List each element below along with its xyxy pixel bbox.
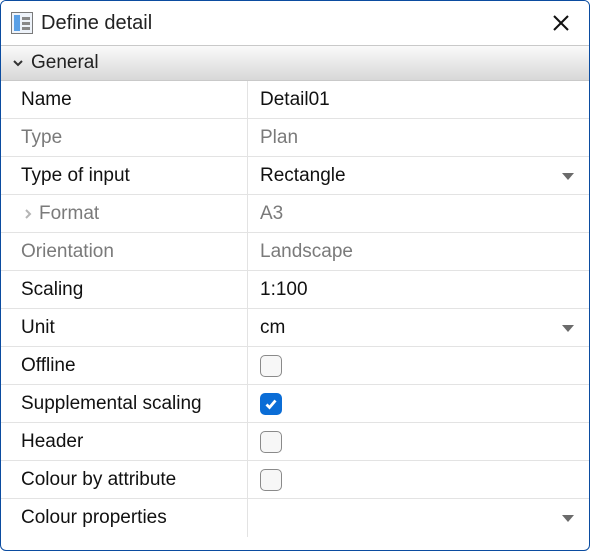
define-detail-window: Define detail General Name Detail01 Type…: [0, 0, 590, 551]
value-unit[interactable]: cm: [248, 309, 589, 347]
label-colour-properties: Colour properties: [1, 499, 248, 537]
value-scaling[interactable]: 1:100: [248, 271, 589, 309]
close-button[interactable]: [547, 9, 575, 37]
label-offline: Offline: [1, 347, 248, 385]
label-unit: Unit: [1, 309, 248, 347]
value-colour-by-attribute: [248, 461, 589, 499]
value-type: Plan: [248, 119, 589, 157]
checkbox-header[interactable]: [260, 431, 282, 453]
detail-app-icon: [11, 12, 33, 34]
chevron-down-icon: [561, 507, 575, 529]
chevron-down-icon: [11, 57, 25, 69]
label-input-type: Type of input: [1, 157, 248, 195]
value-name[interactable]: Detail01: [248, 81, 589, 119]
value-input-type[interactable]: Rectangle: [248, 157, 589, 195]
label-scaling: Scaling: [1, 271, 248, 309]
value-header: [248, 423, 589, 461]
titlebar: Define detail: [1, 1, 589, 45]
value-orientation: Landscape: [248, 233, 589, 271]
close-icon: [552, 14, 570, 32]
label-orientation: Orientation: [1, 233, 248, 271]
chevron-right-icon: [21, 209, 35, 219]
value-colour-properties[interactable]: [248, 499, 589, 537]
checkbox-colour-by-attribute[interactable]: [260, 469, 282, 491]
value-offline: [248, 347, 589, 385]
properties-grid: Name Detail01 Type Plan Type of input Re…: [1, 81, 589, 537]
label-format-text: Format: [39, 203, 99, 225]
label-header: Header: [1, 423, 248, 461]
label-format[interactable]: Format: [1, 195, 248, 233]
value-unit-text: cm: [260, 317, 285, 339]
checkbox-offline[interactable]: [260, 355, 282, 377]
value-input-type-text: Rectangle: [260, 165, 346, 187]
section-general-header[interactable]: General: [1, 45, 589, 81]
label-type: Type: [1, 119, 248, 157]
label-name: Name: [1, 81, 248, 119]
chevron-down-icon: [561, 317, 575, 339]
chevron-down-icon: [561, 165, 575, 187]
value-format: A3: [248, 195, 589, 233]
window-title: Define detail: [41, 12, 152, 35]
checkbox-supplemental-scaling[interactable]: [260, 393, 282, 415]
label-colour-by-attribute: Colour by attribute: [1, 461, 248, 499]
value-supplemental-scaling: [248, 385, 589, 423]
section-general-title: General: [31, 52, 99, 74]
label-supplemental-scaling: Supplemental scaling: [1, 385, 248, 423]
